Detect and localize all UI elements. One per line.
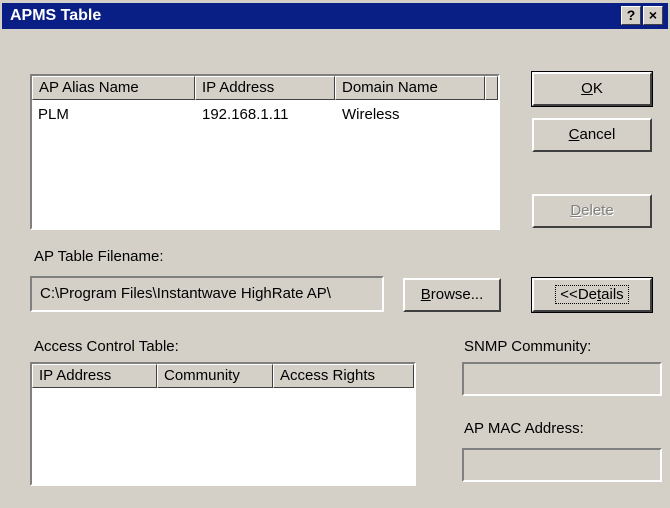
close-icon: × (648, 7, 658, 23)
col-header-community[interactable]: Community (157, 364, 273, 388)
col-header-access-rights[interactable]: Access Rights (273, 364, 414, 388)
details-button[interactable]: <<Details (531, 277, 653, 313)
details-focus-rect: <<Details (555, 285, 629, 304)
close-button[interactable]: × (643, 6, 663, 25)
col-header-alias[interactable]: AP Alias Name (32, 76, 195, 100)
window-title: APMS Table (10, 7, 102, 24)
cell-alias: PLM (38, 106, 69, 123)
access-control-label: Access Control Table: (34, 338, 179, 355)
ap-mac-address-field (462, 448, 662, 482)
col-header-ip[interactable]: IP Address (195, 76, 335, 100)
ap-table-list[interactable]: AP Alias Name IP Address Domain Name PLM… (30, 74, 500, 230)
col-header-ac-ip[interactable]: IP Address (32, 364, 157, 388)
ap-mac-address-label: AP MAC Address: (464, 420, 584, 437)
col-header-domain[interactable]: Domain Name (335, 76, 485, 100)
snmp-community-label: SNMP Community: (464, 338, 592, 355)
browse-button[interactable]: Browse... (403, 278, 501, 312)
col-header-filler (485, 76, 498, 100)
filename-value: C:\Program Files\Instantwave HighRate AP… (40, 285, 331, 302)
help-icon: ? (626, 7, 636, 23)
ok-button[interactable]: OK (531, 71, 653, 107)
access-control-list[interactable]: IP Address Community Access Rights (30, 362, 416, 486)
apms-table-dialog: APMS Table ? × AP Alias Name IP Address … (0, 0, 670, 508)
filename-field[interactable]: C:\Program Files\Instantwave HighRate AP… (30, 276, 384, 312)
cell-domain: Wireless (342, 106, 400, 123)
cell-ip: 192.168.1.11 (202, 106, 289, 123)
title-bar[interactable]: APMS Table ? × (2, 3, 668, 29)
cancel-button[interactable]: Cancel (532, 118, 652, 152)
delete-button[interactable]: Delete (532, 194, 652, 228)
filename-label: AP Table Filename: (34, 248, 164, 265)
help-button[interactable]: ? (621, 6, 641, 25)
snmp-community-field (462, 362, 662, 396)
